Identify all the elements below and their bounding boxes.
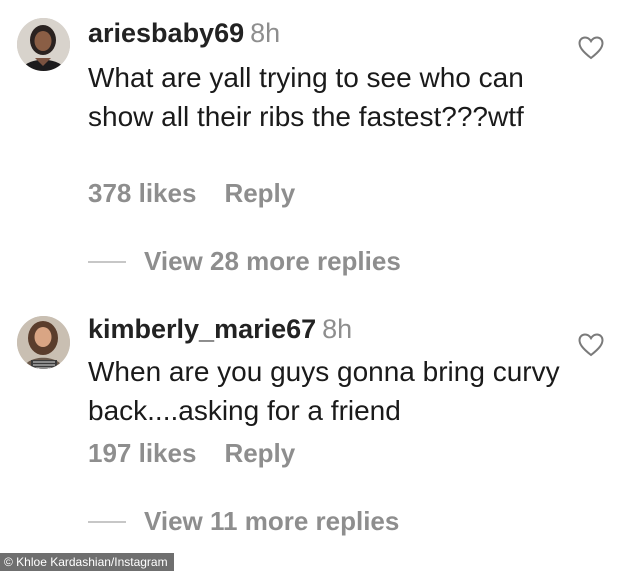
avatar[interactable] — [17, 316, 70, 369]
likes-count[interactable]: 197 likes — [88, 438, 196, 468]
likes-count[interactable]: 378 likes — [88, 178, 196, 208]
replies-divider — [88, 260, 126, 263]
view-replies-label: View 28 more replies — [144, 246, 401, 276]
reply-button[interactable]: Reply — [224, 178, 295, 208]
comment-thread: ariesbaby69 8h What are yall trying to se… — [0, 0, 634, 571]
comment-meta: 197 likes Reply — [88, 438, 295, 469]
view-replies-button[interactable]: View 11 more replies — [88, 506, 399, 537]
comment-time: 8h — [322, 314, 353, 344]
username[interactable]: ariesbaby69 — [88, 18, 244, 48]
username[interactable]: kimberly_marie67 — [88, 314, 316, 344]
avatar-photo-icon — [17, 18, 70, 71]
avatar[interactable] — [17, 18, 70, 71]
replies-divider — [88, 520, 126, 523]
username-line: kimberly_marie67 8h — [88, 312, 352, 346]
comment-meta: 378 likes Reply — [88, 178, 295, 209]
comment-text: When are you guys gonna bring curvy back… — [88, 356, 560, 426]
photo-credit: © Khloe Kardashian/Instagram — [0, 553, 174, 571]
heart-icon[interactable] — [578, 36, 604, 60]
heart-icon[interactable] — [578, 333, 604, 357]
avatar-photo-icon — [17, 316, 70, 369]
username-line: ariesbaby69 8h — [88, 16, 280, 50]
view-replies-label: View 11 more replies — [144, 506, 400, 536]
comment-text: What are yall trying to see who can show… — [88, 62, 524, 132]
view-replies-button[interactable]: View 28 more replies — [88, 246, 401, 277]
reply-button[interactable]: Reply — [224, 438, 295, 468]
comment-time: 8h — [250, 18, 281, 48]
